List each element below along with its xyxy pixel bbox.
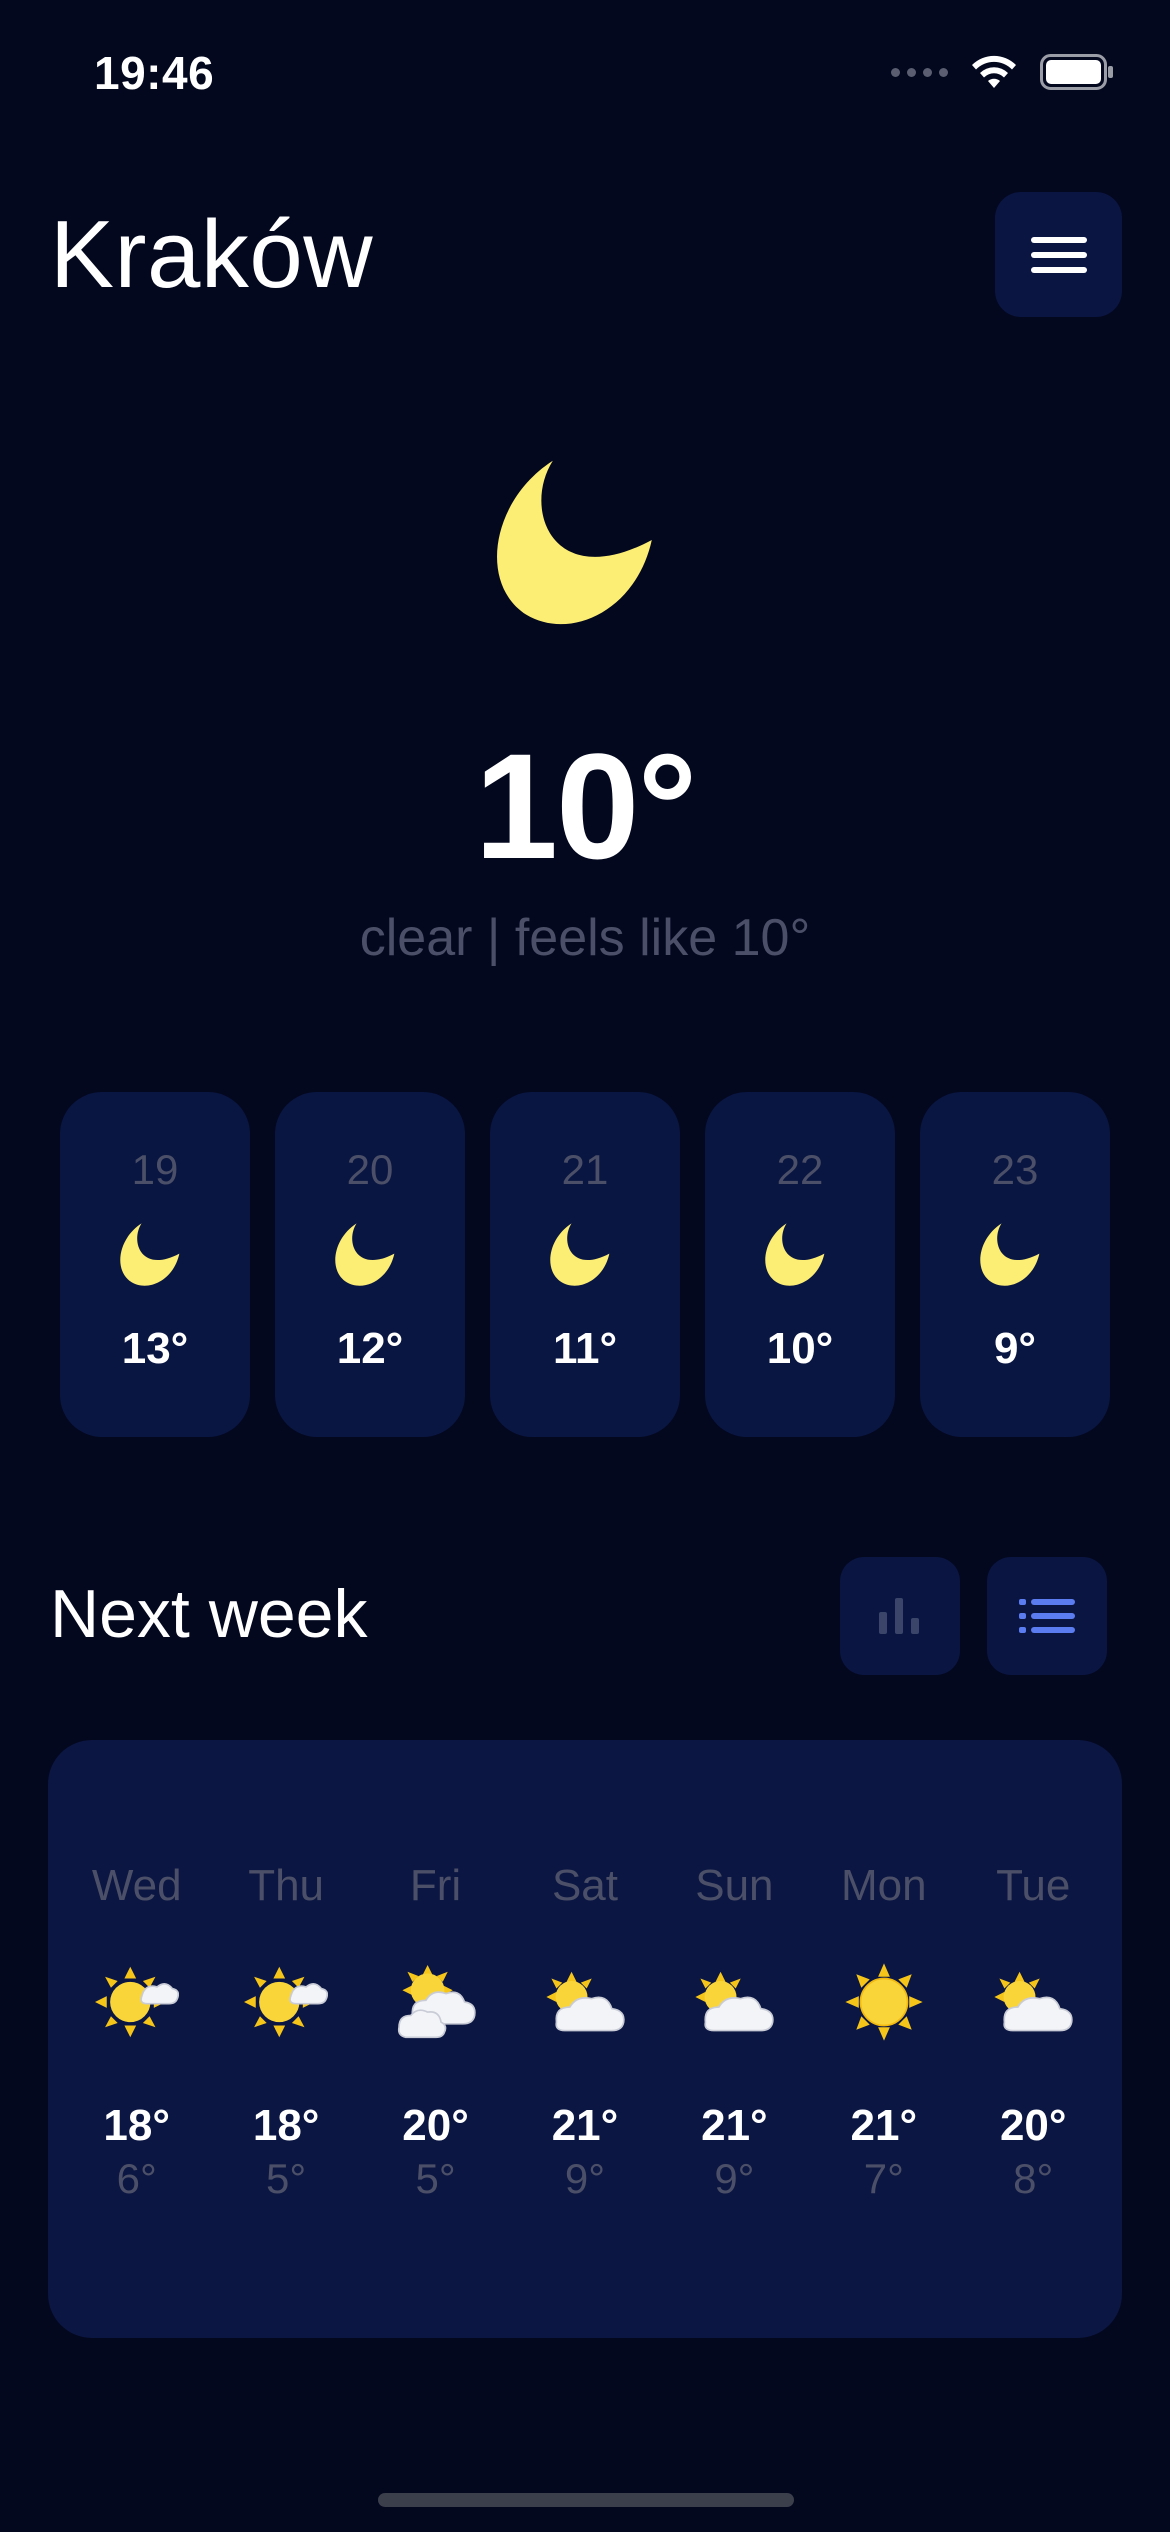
next-week-title: Next week [50,1576,368,1652]
sun-behind-cloud-icon [994,1971,1073,2032]
hour-temp: 9° [993,1324,1037,1373]
moon-icon [335,1223,395,1286]
sun-icon [845,1963,923,2041]
hour-label: 23 [991,1146,1039,1193]
day-high-temp: 21° [551,2101,619,2150]
day-high-temp: 20° [402,2101,469,2150]
day-name: Thu [248,1861,325,1910]
hour-temp: 10° [766,1324,834,1373]
day-column[interactable]: Sat 21° 9° [515,1860,655,2204]
day-low-temp: 7° [863,2155,904,2202]
day-high-temp: 21° [850,2101,918,2150]
day-name: Sat [551,1861,618,1910]
day-column[interactable]: Sun 21° 9° [664,1860,804,2204]
day-column[interactable]: Mon 21° 7° [814,1860,954,2204]
hourly-forecast: 19 13° 20 12° 21 11° 22 10° 23 9° [60,1092,1110,1437]
day-column[interactable]: Thu 18° 5° [216,1860,356,2204]
wifi-icon [972,55,1016,88]
hamburger-menu-icon [1030,236,1087,273]
sun-small-cloud-icon [244,1966,329,2038]
list-icon [1019,1599,1075,1633]
day-high-temp: 18° [103,2101,170,2150]
day-high-temp: 20° [999,2101,1067,2150]
hour-temp: 12° [336,1324,404,1373]
day-name: Mon [841,1861,927,1910]
battery-icon [1040,54,1113,90]
city-name: Kraków [50,201,374,308]
sun-behind-cloud-icon [546,1971,625,2032]
hour-label: 21 [561,1146,609,1193]
hour-temp: 13° [121,1324,189,1373]
home-indicator[interactable] [378,2493,794,2507]
status-icons [891,54,1114,90]
sun-behind-clouds-icon [397,1965,476,2039]
hour-card[interactable]: 22 10° [705,1092,895,1437]
hour-card[interactable]: 20 12° [275,1092,465,1437]
day-name: Wed [91,1861,182,1910]
day-high-temp: 21° [701,2101,768,2150]
day-low-temp: 9° [564,2155,606,2202]
list-view-button[interactable] [987,1557,1107,1675]
status-time: 19:46 [94,47,215,99]
cellular-signal-icon [891,67,948,77]
sun-behind-cloud-icon [695,1971,775,2032]
day-low-temp: 6° [116,2155,157,2202]
day-low-temp: 8° [1013,2155,1054,2202]
hour-temp: 11° [552,1324,618,1373]
moon-icon [980,1223,1040,1286]
moon-icon [497,460,652,625]
hour-label: 20 [346,1146,394,1193]
day-name: Tue [996,1861,1071,1910]
hour-card[interactable]: 23 9° [920,1092,1110,1437]
sun-small-cloud-icon [94,1966,179,2038]
hour-label: 19 [131,1146,179,1193]
day-name: Fri [409,1861,462,1910]
hour-card[interactable]: 21 11° [490,1092,680,1437]
day-low-temp: 5° [266,2155,307,2202]
menu-button[interactable] [995,192,1122,317]
weekly-forecast-row: Wed 18° 6° Thu 18° 5° Fri 20° 5° Sat 21°… [48,1860,1122,2204]
hour-label: 22 [776,1146,824,1193]
day-column[interactable]: Tue 20° 8° [963,1860,1103,2204]
day-low-temp: 5° [415,2155,456,2202]
weekly-forecast-card: Wed 18° 6° Thu 18° 5° Fri 20° 5° Sat 21°… [48,1740,1122,2338]
moon-icon [120,1223,180,1286]
chart-view-button[interactable] [840,1557,960,1675]
day-low-temp: 9° [714,2155,755,2202]
moon-icon [550,1223,610,1286]
hour-card[interactable]: 19 13° [60,1092,250,1437]
current-temperature: 10° [474,722,698,890]
day-column[interactable]: Fri 20° 5° [366,1860,506,2204]
day-name: Sun [695,1861,774,1910]
moon-icon [765,1223,825,1286]
day-high-temp: 18° [252,2101,320,2150]
bar-chart-icon [879,1598,919,1634]
day-column[interactable]: Wed 18° 6° [67,1860,207,2204]
current-description: clear | feels like 10° [359,909,811,967]
weather-screen: 19:46 Kraków 10° clear | feels like 10° [0,0,1170,2532]
